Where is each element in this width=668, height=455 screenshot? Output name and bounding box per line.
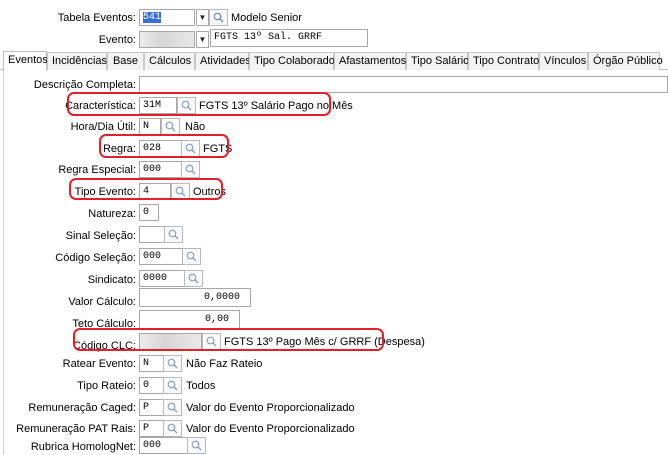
magnifier-icon: [167, 402, 178, 413]
magnifier-icon: [168, 229, 179, 240]
tab-atividades[interactable]: Atividades: [195, 52, 251, 70]
magnifier-icon: [186, 251, 197, 262]
sindicato-lookup-button[interactable]: [184, 270, 203, 287]
tabela-lookup-button[interactable]: [209, 9, 228, 26]
ratear-evento-label: Ratear Evento:: [62, 358, 136, 370]
sinal-selecao-lookup-button[interactable]: [164, 226, 183, 243]
magnifier-icon: [191, 440, 202, 451]
rem-pat-desc: Valor do Evento Proporcionalizado: [186, 423, 355, 435]
evento-field-redacted[interactable]: [139, 31, 195, 48]
magnifier-icon: [213, 12, 224, 23]
tabela-eventos-desc: Modelo Senior: [231, 12, 302, 24]
tipo-rateio-field[interactable]: 0: [139, 377, 164, 394]
regra-especial-lookup-button[interactable]: [181, 161, 200, 178]
ratear-evento-desc: Não Faz Rateio: [186, 358, 263, 370]
magnifier-icon: [167, 358, 178, 369]
tab-bar: Eventos Incidências Base Cálculos Ativid…: [0, 51, 668, 71]
tab-incidencias[interactable]: Incidências: [47, 52, 107, 70]
evento-desc-field: FGTS 13º Sal. GRRF: [210, 29, 368, 47]
rem-caged-lookup-button[interactable]: [163, 399, 182, 416]
highlight-regra: [99, 134, 229, 158]
tab-orgao-publico[interactable]: Órgão Público: [588, 52, 663, 70]
rubrica-field[interactable]: 000: [139, 437, 188, 454]
tab-tipo-contrato[interactable]: Tipo Contrato: [468, 52, 539, 70]
evento-label: Evento:: [98, 34, 136, 46]
rubrica-label: Rubrica HomologNet:: [30, 441, 136, 453]
valor-calculo-field[interactable]: 0,0000: [139, 288, 251, 307]
magnifier-icon: [165, 121, 176, 132]
rem-caged-field[interactable]: P: [139, 399, 164, 416]
hora-dia-label: Hora/Dia Útil:: [70, 121, 136, 133]
hora-dia-field[interactable]: N: [139, 118, 161, 135]
valor-calculo-label: Valor Cálculo:: [68, 296, 136, 308]
magnifier-icon: [167, 423, 178, 434]
rem-pat-label: Remuneração PAT Rais:: [16, 423, 136, 435]
tab-base[interactable]: Base: [107, 52, 144, 70]
magnifier-icon: [185, 164, 196, 175]
tab-vinculos[interactable]: Vínculos: [539, 52, 588, 70]
teto-calculo-field[interactable]: 0,00: [139, 310, 240, 329]
sinal-selecao-label: Sinal Seleção:: [65, 230, 136, 242]
regra-especial-field[interactable]: 000: [139, 161, 182, 178]
codigo-selecao-field[interactable]: 000: [139, 248, 183, 265]
ratear-evento-field[interactable]: N: [139, 355, 164, 372]
ratear-evento-lookup-button[interactable]: [163, 355, 182, 372]
highlight-caracteristica: [67, 92, 331, 116]
tipo-rateio-lookup-button[interactable]: [163, 377, 182, 394]
sindicato-label: Sindicato:: [87, 274, 136, 286]
tipo-rateio-desc: Todos: [186, 380, 216, 392]
codigo-selecao-label: Código Seleção:: [55, 252, 136, 264]
magnifier-icon: [188, 273, 199, 284]
tabela-eventos-field[interactable]: 541: [139, 9, 195, 26]
magnifier-icon: [167, 380, 178, 391]
tab-calculos[interactable]: Cálculos: [144, 52, 195, 70]
rem-pat-lookup-button[interactable]: [163, 420, 182, 437]
evento-dropdown-icon[interactable]: ▼: [196, 31, 209, 48]
hora-dia-desc: Não: [185, 121, 206, 133]
tabela-eventos-label: Tabela Eventos:: [57, 12, 136, 24]
natureza-label: Natureza:: [88, 208, 136, 220]
tabela-eventos-value: 541: [143, 12, 162, 23]
rem-caged-label: Remuneração Caged:: [28, 402, 136, 414]
tabela-dropdown-icon[interactable]: ▼: [196, 9, 209, 26]
sindicato-field[interactable]: 0000: [139, 270, 185, 287]
natureza-field[interactable]: 0: [139, 204, 159, 221]
tab-tipo-salario[interactable]: Tipo Salário: [406, 52, 469, 70]
descricao-label: Descrição Completa:: [33, 79, 136, 91]
tab-eventos[interactable]: Eventos: [3, 51, 48, 71]
highlight-codigo-clc: [73, 328, 384, 351]
panel-border: [3, 70, 4, 455]
tab-tipo-colaborador[interactable]: Tipo Colaborador: [249, 52, 339, 70]
rubrica-lookup-button[interactable]: [187, 437, 206, 454]
hora-dia-lookup-button[interactable]: [161, 118, 180, 135]
highlight-tipo-evento: [69, 178, 223, 200]
tipo-rateio-label: Tipo Rateio:: [77, 380, 136, 392]
tab-afastamentos[interactable]: Afastamentos: [334, 52, 406, 70]
sinal-selecao-field[interactable]: [139, 226, 165, 243]
descricao-field[interactable]: [139, 76, 668, 93]
codigo-selecao-lookup-button[interactable]: [182, 248, 201, 265]
rem-pat-field[interactable]: P: [139, 420, 164, 437]
regra-especial-label: Regra Especial:: [58, 164, 136, 176]
rem-caged-desc: Valor do Evento Proporcionalizado: [186, 402, 355, 414]
